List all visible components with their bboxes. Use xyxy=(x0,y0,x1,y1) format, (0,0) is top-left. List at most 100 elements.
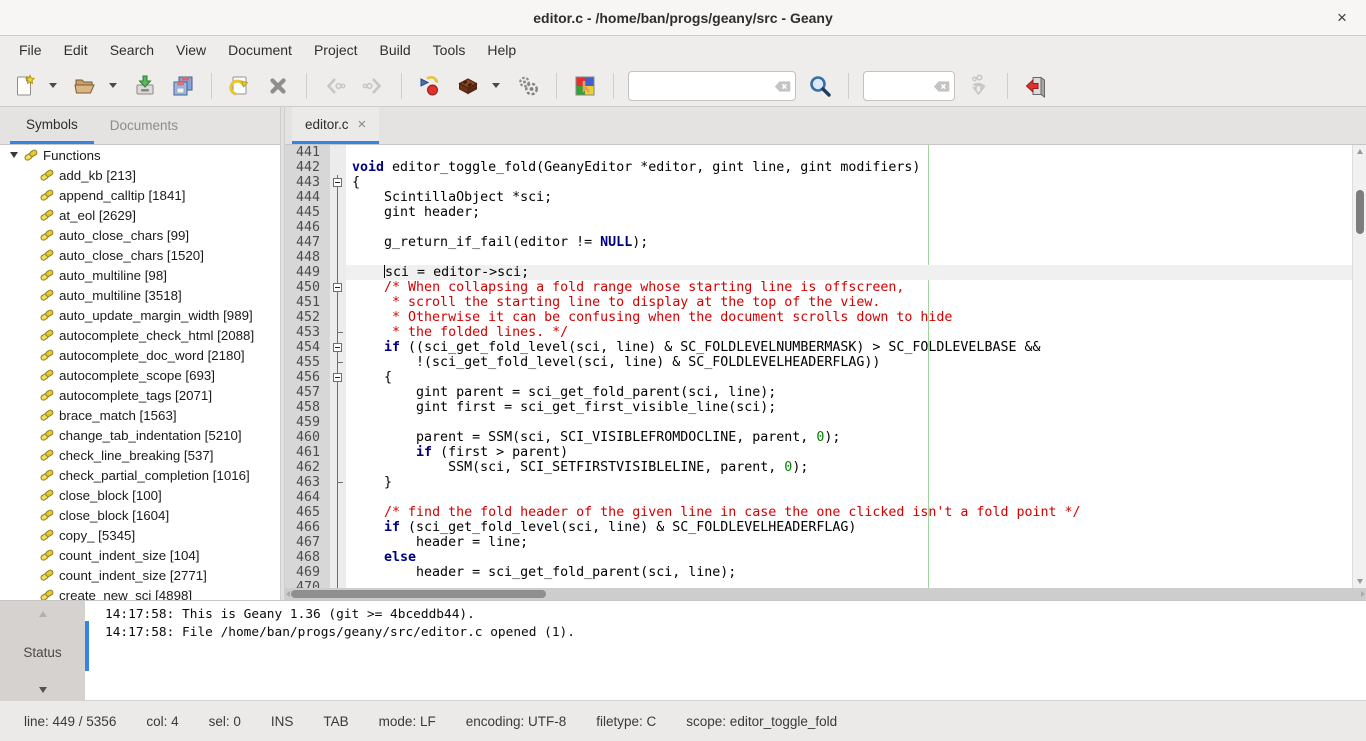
code-line[interactable]: 451 * scroll the starting line to displa… xyxy=(285,295,1352,310)
code-line[interactable]: 445 gint header; xyxy=(285,205,1352,220)
symbols-tree[interactable]: Functionsadd_kb [213]append_calltip [184… xyxy=(0,145,280,600)
compile-button[interactable] xyxy=(413,69,447,103)
menu-file[interactable]: File xyxy=(8,36,53,65)
close-file-button[interactable] xyxy=(261,69,295,103)
code-editor[interactable]: 441442void editor_toggle_fold(GeanyEdito… xyxy=(285,145,1352,588)
symbol-item[interactable]: create_new_sci [4898] xyxy=(0,585,280,600)
new-file-dropdown-button[interactable] xyxy=(44,69,62,103)
revert-button[interactable] xyxy=(223,69,257,103)
code-line[interactable]: 453 * the folded lines. */ xyxy=(285,325,1352,340)
code-line[interactable]: 446 xyxy=(285,220,1352,235)
new-file-button[interactable] xyxy=(8,69,42,103)
symbol-item[interactable]: count_indent_size [2771] xyxy=(0,565,280,585)
save-button[interactable] xyxy=(128,69,162,103)
build-dropdown-button[interactable] xyxy=(487,69,505,103)
editor-horizontal-scrollbar[interactable] xyxy=(285,588,1366,600)
goto-line-button[interactable] xyxy=(962,69,996,103)
code-line[interactable]: 450 /* When collapsing a fold range whos… xyxy=(285,280,1352,295)
search-button[interactable] xyxy=(803,69,837,103)
symbol-item[interactable]: close_block [100] xyxy=(0,485,280,505)
fold-toggle-icon[interactable] xyxy=(330,175,346,190)
scroll-up-arrow-icon[interactable] xyxy=(1357,149,1363,154)
symbol-item[interactable]: auto_multiline [3518] xyxy=(0,285,280,305)
scroll-left-arrow-icon[interactable] xyxy=(286,591,290,597)
horizontal-scroll-thumb[interactable] xyxy=(291,590,546,598)
code-line[interactable]: 466 if (sci_get_fold_level(sci, line) & … xyxy=(285,520,1352,535)
open-file-button[interactable] xyxy=(68,69,102,103)
code-line[interactable]: 465 /* find the fold header of the given… xyxy=(285,505,1352,520)
scroll-right-arrow-icon[interactable] xyxy=(1361,591,1365,597)
code-line[interactable]: 462 SSM(sci, SCI_SETFIRSTVISIBLELINE, pa… xyxy=(285,460,1352,475)
code-line[interactable]: 448 xyxy=(285,250,1352,265)
menu-help[interactable]: Help xyxy=(476,36,527,65)
build-button[interactable] xyxy=(451,69,485,103)
clear-entry-icon[interactable] xyxy=(774,80,791,98)
code-line[interactable]: 468 else xyxy=(285,550,1352,565)
menu-search[interactable]: Search xyxy=(99,36,165,65)
symbol-item[interactable]: autocomplete_scope [693] xyxy=(0,365,280,385)
execute-button[interactable] xyxy=(511,69,545,103)
menu-build[interactable]: Build xyxy=(369,36,422,65)
code-line[interactable]: 460 parent = SSM(sci, SCI_VISIBLEFROMDOC… xyxy=(285,430,1352,445)
window-close-button[interactable]: × xyxy=(1328,4,1356,32)
color-chooser-button[interactable] xyxy=(568,69,602,103)
symbol-item[interactable]: auto_close_chars [99] xyxy=(0,225,280,245)
vertical-scroll-thumb[interactable] xyxy=(1356,190,1364,234)
tabs-scroll-down-icon[interactable] xyxy=(39,687,47,693)
code-line[interactable]: 459 xyxy=(285,415,1352,430)
symbol-item[interactable]: check_partial_completion [1016] xyxy=(0,465,280,485)
tab-symbols[interactable]: Symbols xyxy=(10,107,94,144)
code-line[interactable]: 470 xyxy=(285,580,1352,588)
tab-close-icon[interactable]: × xyxy=(358,116,367,133)
menu-view[interactable]: View xyxy=(165,36,217,65)
symbol-item[interactable]: autocomplete_tags [2071] xyxy=(0,385,280,405)
symbol-item[interactable]: count_indent_size [104] xyxy=(0,545,280,565)
code-line[interactable]: 442void editor_toggle_fold(GeanyEditor *… xyxy=(285,160,1352,175)
symbol-item[interactable]: check_line_breaking [537] xyxy=(0,445,280,465)
code-line[interactable]: 463 } xyxy=(285,475,1352,490)
symbol-item[interactable]: brace_match [1563] xyxy=(0,405,280,425)
symbol-item[interactable]: autocomplete_doc_word [2180] xyxy=(0,345,280,365)
symbol-item[interactable]: close_block [1604] xyxy=(0,505,280,525)
tree-root-functions[interactable]: Functions xyxy=(0,145,280,165)
symbol-item[interactable]: add_kb [213] xyxy=(0,165,280,185)
code-line[interactable]: 457 gint parent = sci_get_fold_parent(sc… xyxy=(285,385,1352,400)
code-line[interactable]: 454 if ((sci_get_fold_level(sci, line) &… xyxy=(285,340,1352,355)
editor-vertical-scrollbar[interactable] xyxy=(1352,145,1366,588)
code-line[interactable]: 467 header = line; xyxy=(285,535,1352,550)
symbol-item[interactable]: append_calltip [1841] xyxy=(0,185,280,205)
code-line[interactable]: 447 g_return_if_fail(editor != NULL); xyxy=(285,235,1352,250)
code-line[interactable]: 449 sci = editor->sci; xyxy=(285,265,1352,280)
code-line[interactable]: 441 xyxy=(285,145,1352,160)
search-input[interactable] xyxy=(629,72,795,100)
symbol-item[interactable]: auto_update_margin_width [989] xyxy=(0,305,280,325)
menu-document[interactable]: Document xyxy=(217,36,303,65)
symbol-item[interactable]: copy_ [5345] xyxy=(0,525,280,545)
navigate-back-button[interactable] xyxy=(318,69,352,103)
clear-entry-icon[interactable] xyxy=(933,80,950,98)
code-line[interactable]: 458 gint first = sci_get_first_visible_l… xyxy=(285,400,1352,415)
tabs-scroll-up-icon[interactable] xyxy=(39,611,47,617)
code-line[interactable]: 443{ xyxy=(285,175,1352,190)
fold-toggle-icon[interactable] xyxy=(330,340,346,355)
symbol-item[interactable]: auto_multiline [98] xyxy=(0,265,280,285)
fold-toggle-icon[interactable] xyxy=(330,280,346,295)
code-line[interactable]: 444 ScintillaObject *sci; xyxy=(285,190,1352,205)
code-line[interactable]: 455 !(sci_get_fold_level(sci, line) & SC… xyxy=(285,355,1352,370)
code-line[interactable]: 452 * Otherwise it can be confusing when… xyxy=(285,310,1352,325)
code-line[interactable]: 469 header = sci_get_fold_parent(sci, li… xyxy=(285,565,1352,580)
tab-documents[interactable]: Documents xyxy=(94,107,194,144)
save-all-button[interactable] xyxy=(166,69,200,103)
menu-project[interactable]: Project xyxy=(303,36,369,65)
expander-icon[interactable] xyxy=(8,149,20,161)
symbol-item[interactable]: change_tab_indentation [5210] xyxy=(0,425,280,445)
code-line[interactable]: 464 xyxy=(285,490,1352,505)
open-file-dropdown-button[interactable] xyxy=(104,69,122,103)
quit-button[interactable] xyxy=(1019,69,1053,103)
menu-edit[interactable]: Edit xyxy=(53,36,99,65)
symbol-item[interactable]: at_eol [2629] xyxy=(0,205,280,225)
navigate-forward-button[interactable] xyxy=(356,69,390,103)
tab-status[interactable]: Status xyxy=(23,645,61,660)
fold-toggle-icon[interactable] xyxy=(330,370,346,385)
tab-editor-c[interactable]: editor.c × xyxy=(292,107,379,144)
